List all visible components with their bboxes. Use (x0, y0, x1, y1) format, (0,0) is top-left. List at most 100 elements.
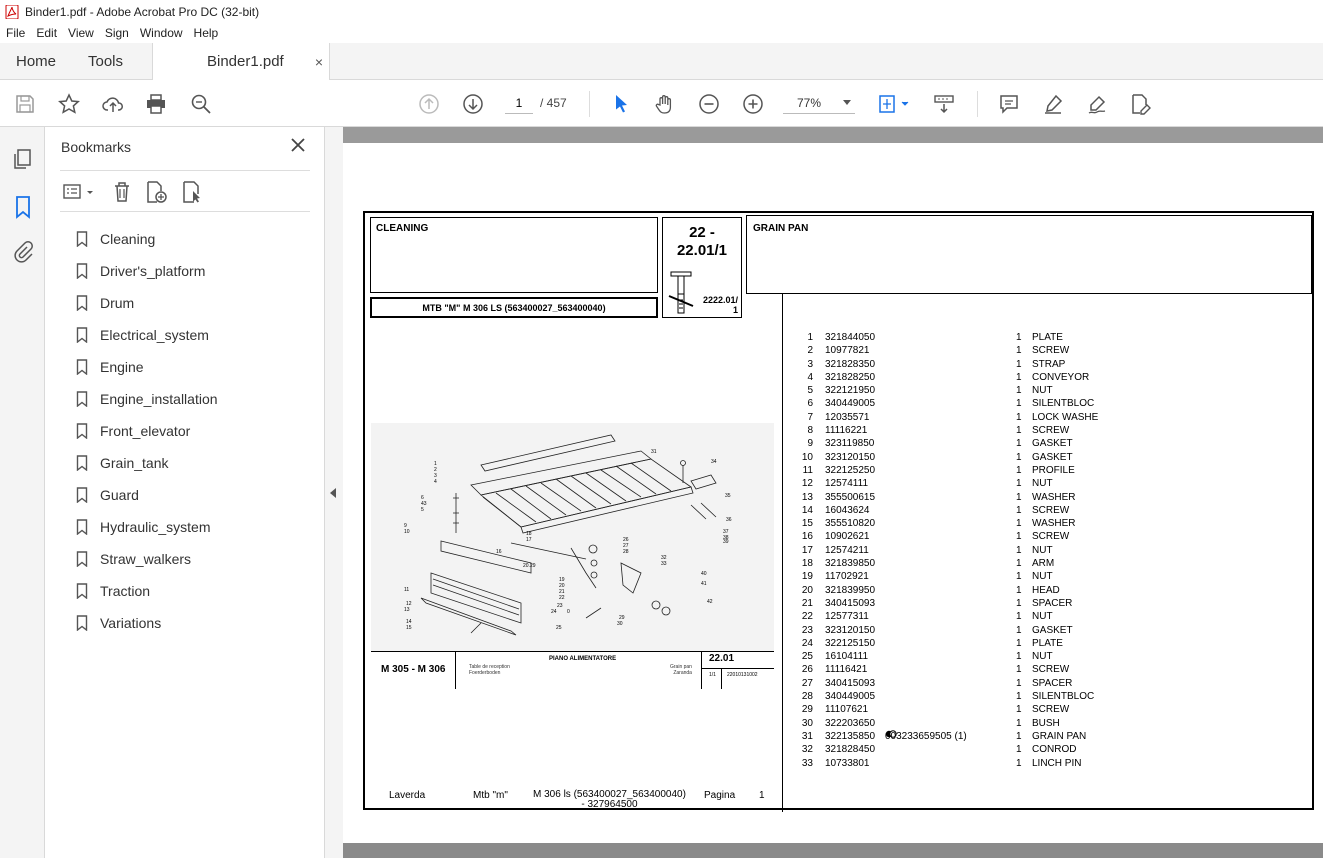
zoom-value: 77% (797, 96, 822, 110)
page-thumbnails-icon[interactable] (11, 147, 35, 171)
bookmark-item[interactable]: Engine (76, 351, 218, 383)
bookmark-item[interactable]: Hydraulic_system (76, 511, 218, 543)
menu-edit[interactable]: Edit (30, 26, 62, 40)
bookmark-icon (76, 487, 88, 503)
menu-help[interactable]: Help (188, 26, 224, 40)
bookmark-item[interactable]: Cleaning (76, 223, 218, 255)
previous-page-icon[interactable] (417, 92, 441, 116)
bookmark-icon (76, 519, 88, 535)
bookmark-item[interactable]: Driver's_platform (76, 255, 218, 287)
save-icon[interactable] (13, 92, 37, 116)
part-position: 24 (801, 637, 813, 649)
part-description: WASHER (1032, 491, 1076, 503)
part-code: 355500615 (825, 491, 876, 503)
bookmark-label: Front_elevator (100, 423, 191, 439)
tab-home[interactable]: Home (16, 43, 56, 80)
bookmarks-panel-icon[interactable] (11, 195, 35, 219)
part-code: 340449005 (825, 691, 876, 703)
part-description: PLATE (1032, 637, 1063, 649)
bookmark-item[interactable]: Front_elevator (76, 415, 218, 447)
part-position: 8 (807, 425, 813, 437)
part-position: 21 (801, 597, 813, 609)
bookmark-item[interactable]: Engine_installation (76, 383, 218, 415)
upload-cloud-icon[interactable] (101, 92, 125, 116)
close-icon[interactable] (288, 135, 308, 155)
bookmark-label: Guard (100, 487, 139, 503)
document-view[interactable]: CLEANING MTB "M" M 306 LS (563400027_563… (343, 127, 1323, 858)
svg-text:0: 0 (567, 609, 570, 615)
part-position: 23 (801, 624, 813, 636)
part-description: CONVEYOR (1032, 371, 1090, 383)
footer-page-number: 1 (759, 790, 765, 801)
part-description: NUT (1032, 478, 1053, 490)
part-code: 321844050 (825, 332, 876, 343)
bookmark-item[interactable]: Drum (76, 287, 218, 319)
sub-code: 2222.01/ 1 (700, 295, 738, 315)
hand-tool-icon[interactable] (653, 92, 677, 116)
print-icon[interactable] (144, 92, 168, 116)
part-qty: 1 (1016, 691, 1022, 703)
next-page-icon[interactable] (461, 92, 485, 116)
bookmark-item[interactable]: Traction (76, 575, 218, 607)
zoom-in-icon[interactable] (741, 92, 765, 116)
bookmark-label: Drum (100, 295, 135, 311)
bookmark-label: Driver's_platform (100, 263, 206, 279)
comment-icon[interactable] (997, 92, 1021, 116)
svg-text:4: 4 (434, 479, 437, 485)
part-description: SILENTBLOC (1032, 398, 1095, 410)
new-bookmark-icon[interactable] (144, 180, 168, 204)
part-description: SCREW (1032, 531, 1070, 543)
menu-sign[interactable]: Sign (99, 26, 134, 40)
tab-document-label: Binder1.pdf (207, 53, 284, 70)
diagram-footer-divider (721, 668, 722, 689)
bookmark-item[interactable]: Variations (76, 607, 218, 639)
part-qty: 1 (1016, 584, 1022, 596)
tab-document[interactable]: Binder1.pdf × (152, 43, 330, 80)
zoom-out-icon[interactable] (697, 92, 721, 116)
close-tab-icon[interactable]: × (315, 54, 323, 70)
tab-tools[interactable]: Tools (88, 43, 123, 80)
scroll-mode-icon[interactable] (932, 92, 956, 116)
part-code: 321839850 (825, 558, 876, 570)
part-position: 16 (801, 531, 813, 543)
part-qty: 1 (1016, 757, 1022, 769)
select-arrow-icon[interactable] (609, 92, 633, 116)
bookmark-item[interactable]: Straw_walkers (76, 543, 218, 575)
menu-view[interactable]: View (62, 26, 99, 40)
bookmark-item[interactable]: Guard (76, 479, 218, 511)
menu-window[interactable]: Window (134, 26, 188, 40)
part-code: 322125250 (825, 464, 876, 476)
zoom-select[interactable]: 77% (783, 92, 855, 114)
part-qty: 1 (1016, 651, 1022, 663)
svg-text:16: 16 (496, 549, 502, 555)
svg-text:34: 34 (711, 459, 717, 465)
highlight-pen-icon[interactable] (1041, 92, 1065, 116)
edit-document-icon[interactable] (1128, 92, 1152, 116)
toolbar-divider (977, 91, 978, 117)
part-description: STRAP (1032, 358, 1066, 370)
bookmark-search-icon[interactable] (180, 180, 204, 204)
part-position: 31 (801, 730, 813, 742)
sign-pen-icon[interactable] (1085, 92, 1109, 116)
part-code: 340415093 (825, 677, 876, 689)
part-code: 11702921 (825, 571, 869, 583)
bookmark-item[interactable]: Electrical_system (76, 319, 218, 351)
page-number-input[interactable] (505, 92, 533, 114)
bookmark-options-icon[interactable] (62, 180, 96, 204)
panel-collapse-handle[interactable] (325, 127, 343, 858)
delete-bookmark-icon[interactable] (110, 180, 134, 204)
menu-file[interactable]: File (0, 26, 30, 40)
attachment-icon[interactable] (11, 240, 35, 264)
part-qty: 1 (1016, 371, 1022, 383)
part-code: 16043624 (825, 504, 870, 516)
star-icon[interactable] (57, 92, 81, 116)
svg-text:23: 23 (557, 603, 563, 609)
fit-page-icon[interactable] (876, 92, 912, 116)
bookmark-item[interactable]: Grain_tank (76, 447, 218, 479)
diagram-translations-right: Grain pan Zaranda (670, 664, 692, 676)
part-code: 10977821 (825, 345, 870, 357)
zoom-search-icon[interactable] (189, 92, 213, 116)
part-code: 322135850 (825, 730, 876, 742)
part-position: 15 (801, 518, 813, 530)
part-position: 33 (801, 757, 813, 769)
